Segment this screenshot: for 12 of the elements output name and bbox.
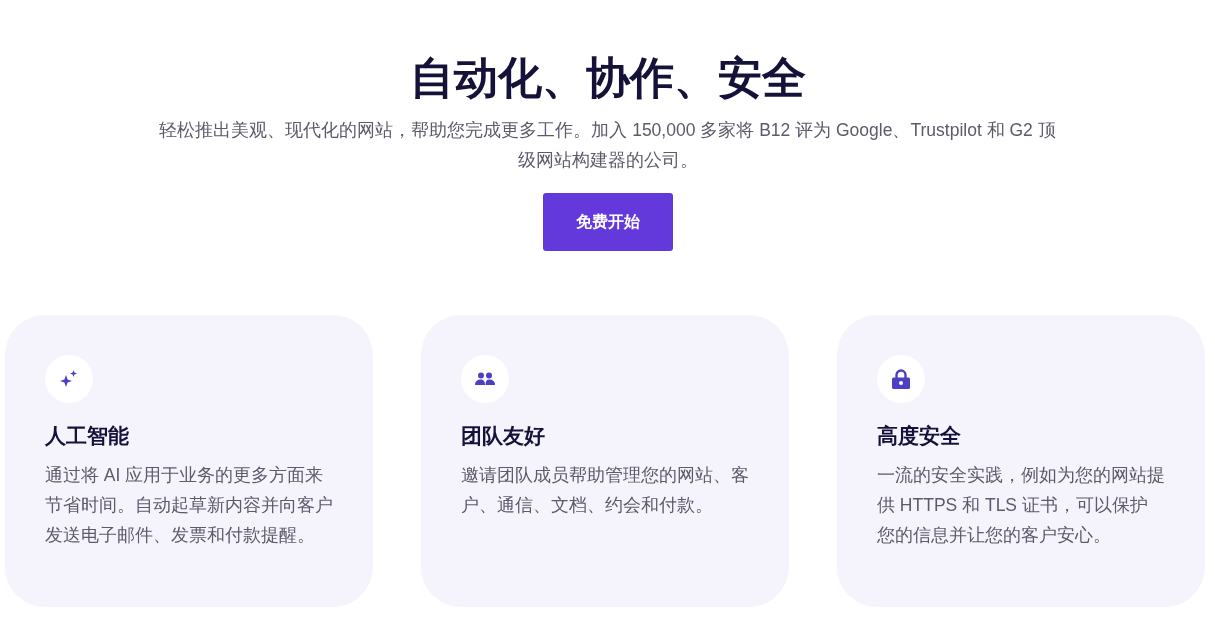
- feature-title: 团队友好: [461, 422, 546, 448]
- padlock-icon: [892, 368, 910, 389]
- people-icon: [475, 371, 495, 386]
- hero-description: 轻松推出美观、现代化的网站，帮助您完成更多工作。加入 150,000 多家将 B12 评为 Google、Trustpilot 和 G2 顶级网站构建器的公司。: [158, 118, 1057, 172]
- start-free-button[interactable]: 免费开始: [542, 192, 673, 251]
- feature-title: 高度安全: [877, 422, 962, 448]
- feature-description: 邀请团队成员帮助管理您的网站、客户、通信、文档、约会和付款。: [461, 464, 749, 517]
- feature-description: 一流的安全实践，例如为您的网站提供 HTTPS 和 TLS 证书，可以保护您的信息并让您的客户安心。: [877, 464, 1165, 547]
- feature-title: 人工智能: [45, 422, 130, 448]
- sparkle-icon: [59, 368, 79, 389]
- feature-description: 通过将 AI 应用于业务的更多方面来节省时间。自动起草新内容并向客户发送电子邮件、发票和付款提醒。: [45, 464, 333, 547]
- page-heading: 自动化、协作、安全: [408, 52, 807, 104]
